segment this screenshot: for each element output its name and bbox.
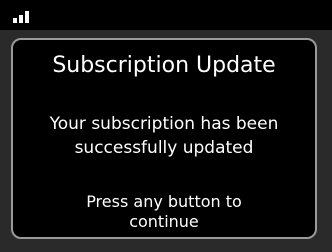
continue-prompt-line-2: continue	[129, 212, 199, 231]
dialog-title: Subscription Update	[52, 53, 276, 78]
subscription-update-dialog[interactable]: Subscription Update Your subscription ha…	[11, 38, 317, 239]
dialog-message-line-2: successfully updated	[74, 138, 254, 158]
continue-prompt: Press any button to continue	[13, 192, 315, 232]
status-bar	[0, 0, 332, 30]
dialog-message-line-1: Your subscription has been	[49, 114, 279, 134]
signal-strength-icon	[13, 11, 29, 23]
device-screen: Subscription Update Your subscription ha…	[0, 0, 332, 252]
dialog-message: Your subscription has been successfully …	[13, 112, 315, 160]
continue-prompt-line-1: Press any button to	[86, 192, 242, 211]
